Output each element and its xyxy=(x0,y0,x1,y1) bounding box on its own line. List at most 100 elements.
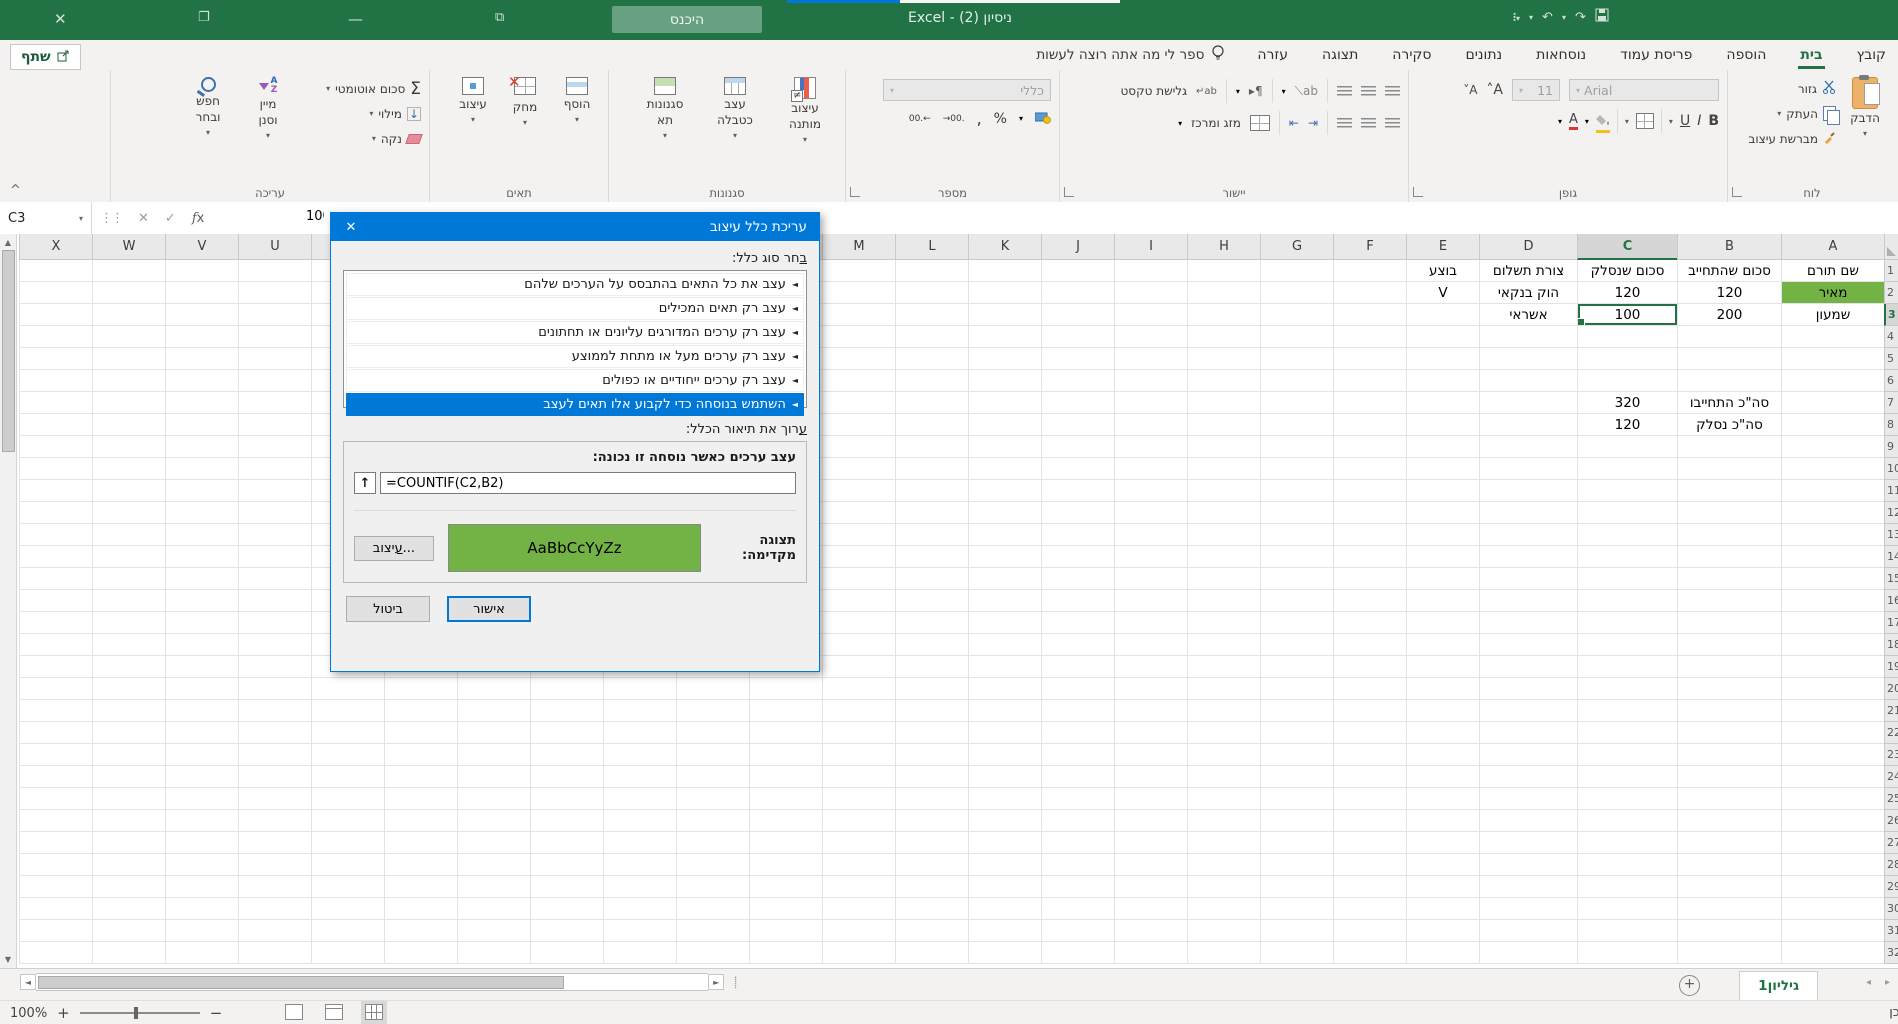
cell-I24[interactable] xyxy=(1114,766,1187,788)
cell-J24[interactable] xyxy=(1041,766,1114,788)
cell-J10[interactable] xyxy=(1041,458,1114,480)
cell-J18[interactable] xyxy=(1041,634,1114,656)
cell-K15[interactable] xyxy=(968,568,1041,590)
cell-D28[interactable] xyxy=(1479,854,1577,876)
cell-V13[interactable] xyxy=(165,524,238,546)
cell-K32[interactable] xyxy=(968,942,1041,964)
cell-L31[interactable] xyxy=(895,920,968,942)
fill-button[interactable]: ↓ מילוי ▾ xyxy=(301,103,421,124)
cell-D17[interactable] xyxy=(1479,612,1577,634)
cell-Q30[interactable] xyxy=(530,898,603,920)
cell-L28[interactable] xyxy=(895,854,968,876)
chevron-down-icon[interactable]: ▾ xyxy=(1178,119,1182,128)
cell-I20[interactable] xyxy=(1114,678,1187,700)
cell-M29[interactable] xyxy=(822,876,895,898)
chevron-down-icon[interactable]: ▾ xyxy=(1236,87,1240,96)
tab-בית[interactable]: בית xyxy=(1798,42,1825,69)
cell-E15[interactable] xyxy=(1406,568,1479,590)
chevron-down-icon[interactable]: ▾ xyxy=(1019,114,1023,123)
cell-W16[interactable] xyxy=(92,590,165,612)
merge-center-button[interactable]: מזג ומרכז xyxy=(1191,113,1241,134)
cell-U30[interactable] xyxy=(238,898,311,920)
cell-D18[interactable] xyxy=(1479,634,1577,656)
row-header-25[interactable]: 25 xyxy=(1884,788,1898,810)
column-header-G[interactable]: G xyxy=(1260,234,1333,260)
cell-E8[interactable] xyxy=(1406,414,1479,436)
cell-W23[interactable] xyxy=(92,744,165,766)
cell-A6[interactable] xyxy=(1781,370,1884,392)
cell-U13[interactable] xyxy=(238,524,311,546)
cell-J9[interactable] xyxy=(1041,436,1114,458)
cell-H19[interactable] xyxy=(1187,656,1260,678)
cell-L3[interactable] xyxy=(895,304,968,326)
cell-Q25[interactable] xyxy=(530,788,603,810)
cell-E23[interactable] xyxy=(1406,744,1479,766)
cell-I22[interactable] xyxy=(1114,722,1187,744)
cell-O26[interactable] xyxy=(676,810,749,832)
cell-B9[interactable] xyxy=(1677,436,1781,458)
cell-N22[interactable] xyxy=(749,722,822,744)
cell-C13[interactable] xyxy=(1577,524,1677,546)
chevron-down-icon[interactable]: ▾ xyxy=(1562,13,1566,22)
save-icon[interactable] xyxy=(1595,8,1609,26)
cell-L27[interactable] xyxy=(895,832,968,854)
cell-K2[interactable] xyxy=(968,282,1041,304)
cell-I29[interactable] xyxy=(1114,876,1187,898)
select-all-corner[interactable] xyxy=(1884,234,1898,260)
cell-M8[interactable] xyxy=(822,414,895,436)
cell-H22[interactable] xyxy=(1187,722,1260,744)
cell-E27[interactable] xyxy=(1406,832,1479,854)
cell-I21[interactable] xyxy=(1114,700,1187,722)
row-header-13[interactable]: 13 xyxy=(1884,524,1898,546)
tab-הוספה[interactable]: הוספה xyxy=(1724,42,1768,68)
cell-L22[interactable] xyxy=(895,722,968,744)
cell-F9[interactable] xyxy=(1333,436,1406,458)
cell-U31[interactable] xyxy=(238,920,311,942)
cell-J2[interactable] xyxy=(1041,282,1114,304)
cell-E28[interactable] xyxy=(1406,854,1479,876)
cell-D27[interactable] xyxy=(1479,832,1577,854)
prev-sheet-icon[interactable]: ◂ xyxy=(1866,977,1871,988)
cell-H7[interactable] xyxy=(1187,392,1260,414)
cell-U16[interactable] xyxy=(238,590,311,612)
cell-M28[interactable] xyxy=(822,854,895,876)
cell-W26[interactable] xyxy=(92,810,165,832)
cell-M1[interactable] xyxy=(822,260,895,282)
cell-K21[interactable] xyxy=(968,700,1041,722)
cell-Q26[interactable] xyxy=(530,810,603,832)
column-header-C[interactable]: C xyxy=(1577,234,1677,260)
cell-D22[interactable] xyxy=(1479,722,1577,744)
cell-E1[interactable]: בוצע xyxy=(1406,260,1479,282)
redo-icon[interactable]: ↷ xyxy=(1575,10,1586,25)
cell-L2[interactable] xyxy=(895,282,968,304)
copy-button[interactable]: העתק ▾ xyxy=(1748,103,1840,125)
cell-H32[interactable] xyxy=(1187,942,1260,964)
cell-V6[interactable] xyxy=(165,370,238,392)
cell-D11[interactable] xyxy=(1479,480,1577,502)
cell-S25[interactable] xyxy=(384,788,457,810)
cell-E22[interactable] xyxy=(1406,722,1479,744)
cell-F19[interactable] xyxy=(1333,656,1406,678)
cell-U15[interactable] xyxy=(238,568,311,590)
cell-A18[interactable] xyxy=(1781,634,1884,656)
cell-X32[interactable] xyxy=(19,942,92,964)
horizontal-scrollbar-track[interactable] xyxy=(36,973,709,991)
collapse-dialog-button[interactable]: ↑ xyxy=(354,472,376,494)
cell-P22[interactable] xyxy=(603,722,676,744)
cell-C21[interactable] xyxy=(1577,700,1677,722)
cell-H1[interactable] xyxy=(1187,260,1260,282)
cell-T25[interactable] xyxy=(311,788,384,810)
cell-A13[interactable] xyxy=(1781,524,1884,546)
cell-S22[interactable] xyxy=(384,722,457,744)
cell-V24[interactable] xyxy=(165,766,238,788)
cell-A29[interactable] xyxy=(1781,876,1884,898)
cell-W17[interactable] xyxy=(92,612,165,634)
clear-button[interactable]: נקה ▾ xyxy=(301,128,423,149)
cell-H5[interactable] xyxy=(1187,348,1260,370)
cell-U29[interactable] xyxy=(238,876,311,898)
cell-I17[interactable] xyxy=(1114,612,1187,634)
rule-type-item[interactable]: ◄ עצב רק ערכים מעל או מתחת לממוצע xyxy=(346,345,804,368)
cell-X16[interactable] xyxy=(19,590,92,612)
cell-B32[interactable] xyxy=(1677,942,1781,964)
cell-K11[interactable] xyxy=(968,480,1041,502)
